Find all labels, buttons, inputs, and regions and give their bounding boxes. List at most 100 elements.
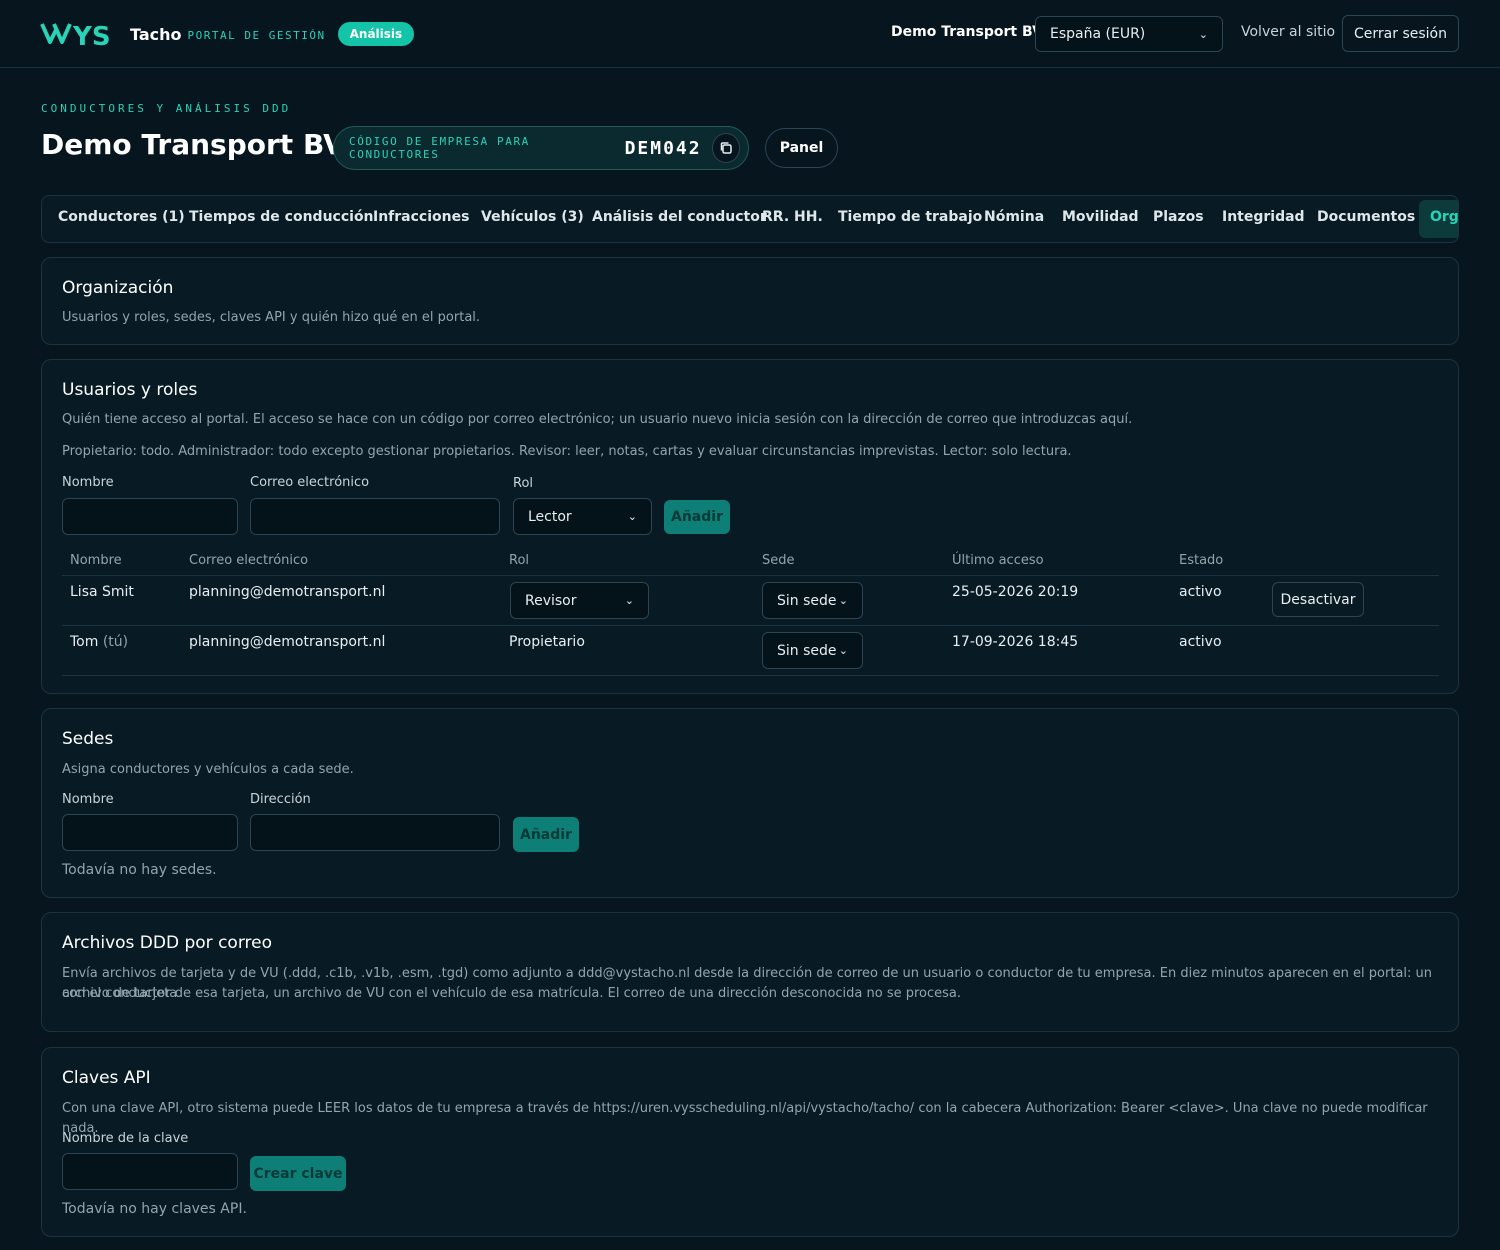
row-last-access: 25-05-2026 20:19 xyxy=(952,584,1079,600)
users-description: Quién tiene acceso al portal. El acceso … xyxy=(62,412,1133,427)
row-email: planning@demotransport.nl xyxy=(189,634,386,650)
add-user-button[interactable]: Añadir xyxy=(664,500,730,534)
api-keys-card: Claves API Con una clave API, otro siste… xyxy=(41,1047,1459,1237)
table-divider xyxy=(62,675,1439,676)
col-email: Correo electrónico xyxy=(189,553,309,568)
vys-logo: YS xyxy=(40,22,111,50)
tab-deadlines[interactable]: Plazos xyxy=(1153,209,1204,225)
user-name-label: Nombre xyxy=(62,475,114,490)
user-name-input[interactable] xyxy=(62,498,238,535)
row-name-text: Tom xyxy=(70,634,99,650)
analysis-badge[interactable]: Análisis xyxy=(337,22,415,46)
users-title: Usuarios y roles xyxy=(62,380,198,400)
tab-mobility[interactable]: Movilidad xyxy=(1062,209,1139,225)
tab-driver-analysis[interactable]: Análisis del conductor xyxy=(592,209,767,225)
chevron-down-icon: ⌄ xyxy=(1198,27,1208,41)
row-role-value: Revisor xyxy=(525,592,577,609)
api-keys-title: Claves API xyxy=(62,1068,151,1088)
chevron-down-icon: ⌄ xyxy=(838,594,848,607)
api-key-name-input[interactable] xyxy=(62,1153,238,1190)
ddd-mail-card: Archivos DDD por correo Envía archivos d… xyxy=(41,912,1459,1032)
col-name: Nombre xyxy=(70,553,122,568)
table-divider xyxy=(62,625,1439,626)
col-last-access: Último acceso xyxy=(952,553,1044,568)
row-role-select[interactable]: Revisor ⌄ xyxy=(510,582,649,619)
brand-name: Tacho xyxy=(130,24,182,44)
copy-icon xyxy=(720,142,732,154)
region-select-value: España (EUR) xyxy=(1050,26,1146,42)
site-address-label: Dirección xyxy=(250,792,311,807)
svg-text:YS: YS xyxy=(72,22,111,50)
chevron-down-icon: ⌄ xyxy=(624,594,634,607)
current-company: Demo Transport BV xyxy=(891,24,1043,40)
row-site-select[interactable]: Sin sede ⌄ xyxy=(762,582,863,619)
main-tabs: Conductores (1) Tiempos de conducción In… xyxy=(41,195,1459,243)
row-site-value: Sin sede xyxy=(777,592,837,609)
col-status: Estado xyxy=(1179,553,1224,568)
chevron-down-icon: ⌄ xyxy=(627,510,637,523)
tab-drivers[interactable]: Conductores (1) xyxy=(58,209,185,225)
users-roles-card: Usuarios y roles Quién tiene acceso al p… xyxy=(41,359,1459,694)
roles-description: Propietario: todo. Administrador: todo e… xyxy=(62,444,1072,459)
organization-card: Organización Usuarios y roles, sedes, cl… xyxy=(41,257,1459,345)
tab-vehicles[interactable]: Vehículos (3) xyxy=(481,209,584,225)
company-code-value: DEM042 xyxy=(624,137,702,159)
deactivate-user-button[interactable]: Desactivar xyxy=(1272,582,1364,617)
row-status: activo xyxy=(1179,634,1222,650)
row-role: Propietario xyxy=(509,634,585,650)
sites-card: Sedes Asigna conductores y vehículos a c… xyxy=(41,708,1459,898)
company-code-label: CÓDIGO DE EMPRESA PARA CONDUCTORES xyxy=(349,135,530,161)
sites-empty-message: Todavía no hay sedes. xyxy=(62,862,217,878)
back-to-site-link[interactable]: Volver al sitio xyxy=(1241,24,1335,40)
row-last-access: 17-09-2026 18:45 xyxy=(952,634,1079,650)
site-name-input[interactable] xyxy=(62,814,238,851)
tab-documents[interactable]: Documentos xyxy=(1317,209,1415,225)
sites-description: Asigna conductores y vehículos a cada se… xyxy=(62,762,354,777)
ddd-mail-description-line2: con el conductor de esa tarjeta, un arch… xyxy=(62,986,962,1001)
user-role-select-value: Lector xyxy=(528,508,572,525)
api-keys-description: Con una clave API, otro sistema puede LE… xyxy=(62,1101,1428,1136)
user-email-input[interactable] xyxy=(250,498,500,535)
top-bar: YS Tacho PORTAL DE GESTIÓN Análisis Demo… xyxy=(0,0,1500,68)
tab-payroll[interactable]: Nómina xyxy=(984,209,1044,225)
current-user-marker: (tú) xyxy=(102,634,129,650)
brand-subtitle: PORTAL DE GESTIÓN xyxy=(187,29,326,42)
chevron-down-icon: ⌄ xyxy=(838,644,848,657)
row-status: activo xyxy=(1179,584,1222,600)
row-name: Lisa Smit xyxy=(70,584,134,600)
row-site-value: Sin sede xyxy=(777,642,837,659)
api-key-name-label: Nombre de la clave xyxy=(62,1131,189,1146)
copy-code-button[interactable] xyxy=(711,133,740,163)
tab-driving-times[interactable]: Tiempos de conducción xyxy=(189,209,374,225)
user-role-select[interactable]: Lector ⌄ xyxy=(513,498,652,535)
brand[interactable]: YS Tacho PORTAL DE GESTIÓN Análisis xyxy=(40,18,415,50)
organization-description: Usuarios y roles, sedes, claves API y qu… xyxy=(62,310,481,325)
create-key-button[interactable]: Crear clave xyxy=(250,1156,346,1191)
user-email-label: Correo electrónico xyxy=(250,475,370,490)
row-name: Tom (tú) xyxy=(70,634,128,650)
add-site-button[interactable]: Añadir xyxy=(513,817,579,852)
region-select[interactable]: España (EUR) ⌄ xyxy=(1035,16,1223,52)
user-role-label: Rol xyxy=(513,476,534,491)
sites-title: Sedes xyxy=(62,729,114,749)
page-eyebrow: CONDUCTORES Y ANÁLISIS DDD xyxy=(41,102,292,115)
tab-integrity[interactable]: Integridad xyxy=(1222,209,1305,225)
ddd-mail-title: Archivos DDD por correo xyxy=(62,933,272,953)
panel-button[interactable]: Panel xyxy=(765,128,838,168)
organization-title: Organización xyxy=(62,278,174,298)
row-site-select[interactable]: Sin sede ⌄ xyxy=(762,632,863,669)
col-site: Sede xyxy=(762,553,795,568)
tab-work-time[interactable]: Tiempo de trabajo xyxy=(838,209,982,225)
company-code-pill: CÓDIGO DE EMPRESA PARA CONDUCTORES DEM04… xyxy=(333,126,749,170)
site-address-input[interactable] xyxy=(250,814,500,851)
page-title: Demo Transport BV xyxy=(41,128,345,161)
col-role: Rol xyxy=(509,553,530,568)
logout-button[interactable]: Cerrar sesión xyxy=(1342,15,1459,52)
tab-hr[interactable]: RR. HH. xyxy=(762,209,823,225)
tab-infractions[interactable]: Infracciones xyxy=(373,209,469,225)
site-name-label: Nombre xyxy=(62,792,114,807)
api-keys-empty-message: Todavía no hay claves API. xyxy=(62,1201,247,1217)
table-divider xyxy=(62,575,1439,576)
row-email: planning@demotransport.nl xyxy=(189,584,386,600)
tab-organization[interactable]: Orga xyxy=(1419,200,1458,238)
